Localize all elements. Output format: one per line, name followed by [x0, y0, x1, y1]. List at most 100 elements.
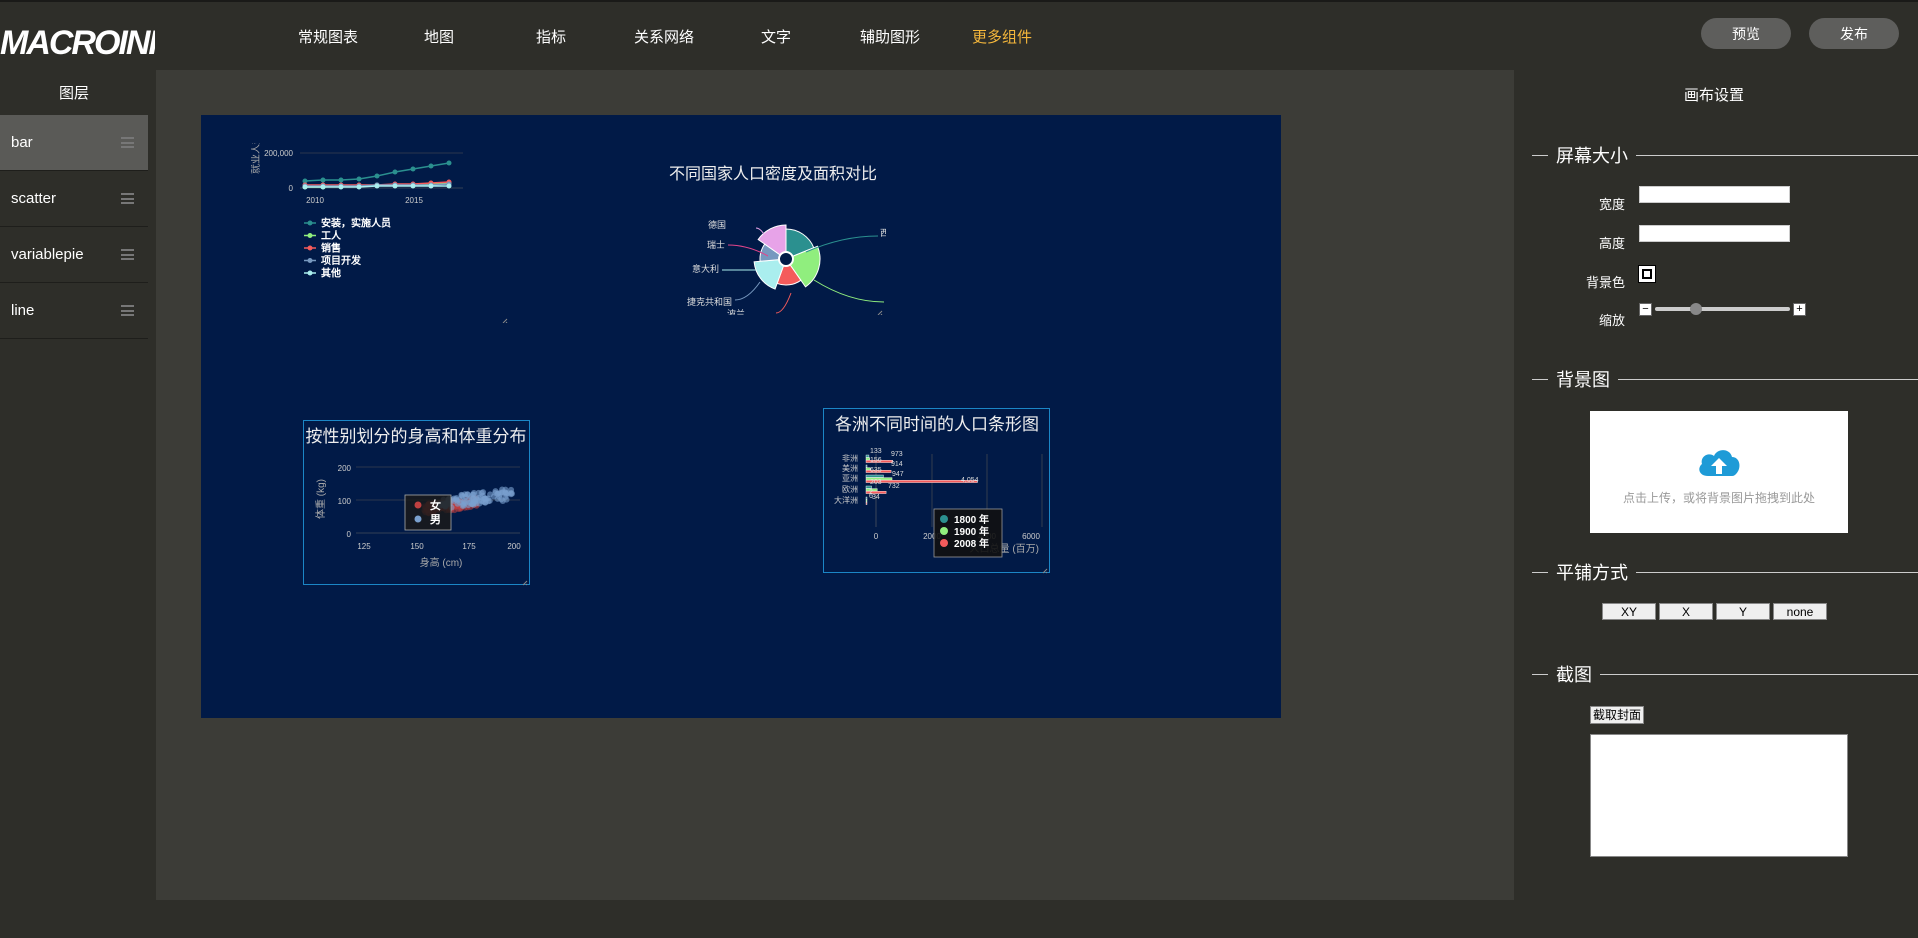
pie-label: 捷克共和国	[687, 296, 732, 307]
nav-text[interactable]: 文字	[761, 26, 791, 47]
drag-handle-icon[interactable]	[121, 193, 134, 204]
nav-indicator[interactable]: 指标	[536, 26, 566, 47]
layer-label: line	[11, 302, 35, 319]
scatter-xlabel: 身高 (cm)	[420, 556, 463, 569]
layer-item-scatter[interactable]: scatter	[0, 171, 148, 227]
height-input[interactable]	[1639, 225, 1790, 242]
legend-marker	[940, 515, 948, 523]
bar-data-label: 133	[870, 448, 882, 455]
line-point	[428, 163, 434, 169]
design-canvas[interactable]: 就业人数 200,000 0 2010 2015 安装，实施人员 工人 销售 项目开发…	[201, 115, 1281, 718]
resize-handle-icon[interactable]	[877, 310, 883, 315]
preview-button[interactable]: 预览	[1701, 18, 1791, 49]
bar-rect[interactable]	[865, 499, 868, 503]
drag-handle-icon[interactable]	[121, 137, 134, 148]
zoom-slider[interactable]	[1655, 303, 1790, 315]
line-legend-item[interactable]: 安装，实施人员	[321, 217, 391, 230]
bar-legend-item[interactable]: 1900 年	[954, 525, 989, 538]
variablepie-widget[interactable]: 不同国家人口密度及面积对比 德国西班牙瑞士意大利捷克共和国波兰法国	[656, 160, 886, 315]
drag-handle-icon[interactable]	[121, 249, 134, 260]
height-label: 高度	[1599, 236, 1626, 251]
bar-rect[interactable]	[865, 474, 884, 478]
background-upload-area[interactable]: 点击上传，或将背景图片拖拽到此处	[1590, 411, 1848, 533]
pie-label: 西班牙	[880, 227, 886, 238]
scatter-legend-box	[404, 494, 452, 531]
bar-category-label: 亚洲	[842, 474, 858, 483]
width-input[interactable]	[1639, 186, 1790, 203]
zoom-plus-button[interactable]: +	[1793, 303, 1806, 316]
scatter-point	[494, 490, 501, 497]
capture-cover-button[interactable]: 截取封面	[1590, 706, 1645, 724]
resize-handle-icon[interactable]	[502, 318, 508, 323]
bar-data-label: 947	[892, 471, 904, 478]
section-tile-mode: 平铺方式	[1532, 560, 1918, 584]
section-title: 屏幕大小	[1556, 146, 1628, 166]
tile-x-button[interactable]: X	[1659, 603, 1713, 620]
bar-rect[interactable]	[865, 501, 868, 505]
scatter-point	[475, 489, 482, 496]
legend-male: 男	[430, 513, 441, 526]
scatter-ytick: 0	[347, 530, 352, 539]
scatter-widget[interactable]: 按性别划分的身高和体重分布 体重 (kg) 200 100 0 125 150 …	[303, 420, 530, 586]
cover-preview	[1590, 734, 1848, 857]
tile-none-button[interactable]: none	[1773, 603, 1827, 620]
bar-xtick: 6000	[1022, 532, 1040, 541]
bar-legend: 1800 年1900 年2008 年	[940, 513, 989, 550]
line-legend-item[interactable]: 项目开发	[321, 254, 362, 267]
line-point	[338, 184, 344, 190]
line-chart-widget[interactable]: 就业人数 200,000 0 2010 2015 安装，实施人员工人销售项目开发…	[251, 143, 511, 323]
zoom-label: 缩放	[1599, 313, 1626, 328]
line-legend-item[interactable]: 工人	[321, 229, 342, 242]
resize-handle-icon[interactable]	[1042, 568, 1048, 574]
bgcolor-picker[interactable]	[1638, 265, 1656, 283]
nav-map[interactable]: 地图	[424, 26, 454, 47]
legend-marker	[307, 245, 313, 251]
tile-y-button[interactable]: Y	[1716, 603, 1770, 620]
line-point	[410, 183, 416, 189]
line-point	[428, 183, 434, 189]
bar-widget[interactable]: 各洲不同时间的人口条形图 非洲 美洲 亚洲 欧洲 大洋洲 133 973 156 914 635…	[823, 408, 1050, 574]
nav-aux-shapes[interactable]: 辅助图形	[860, 26, 920, 47]
line-xtick: 2010	[306, 196, 324, 205]
drag-handle-icon[interactable]	[121, 305, 134, 316]
svg-text:MACROINF: MACROINF	[0, 24, 155, 60]
tile-xy-button[interactable]: XY	[1602, 603, 1656, 620]
bar-rect[interactable]	[865, 464, 868, 468]
bar-rect[interactable]	[865, 454, 870, 458]
line-series-group	[302, 160, 452, 190]
nav-more-components[interactable]: 更多组件	[972, 26, 1032, 47]
section-title: 截图	[1556, 665, 1592, 685]
line-point	[446, 183, 452, 189]
bar-bars: 133 97315691463594720373226 344,054	[865, 448, 979, 505]
resize-handle-icon[interactable]	[522, 580, 528, 586]
bar-data-label: 914	[891, 461, 903, 468]
legend-marker-male	[414, 515, 422, 523]
layer-item-variablepie[interactable]: variablepie	[0, 227, 148, 283]
scatter-point	[462, 493, 469, 500]
layer-item-line[interactable]: line	[0, 283, 148, 339]
bar-legend-item[interactable]: 1800 年	[954, 513, 989, 526]
pie-connector	[734, 281, 761, 301]
nav-relation-network[interactable]: 关系网络	[634, 26, 694, 47]
scatter-xtick: 150	[410, 542, 424, 551]
bar-legend-item[interactable]: 2008 年	[954, 537, 989, 550]
legend-marker	[307, 220, 313, 226]
line-legend-item[interactable]: 销售	[321, 242, 341, 255]
layer-item-bar[interactable]: bar	[0, 115, 148, 171]
zoom-slider-thumb[interactable]	[1689, 303, 1702, 315]
layer-label: scatter	[11, 190, 57, 207]
bar-data-label: 203	[870, 479, 882, 486]
bar-category-label: 大洋洲	[834, 495, 858, 505]
publish-button[interactable]: 发布	[1809, 18, 1899, 49]
line-point	[302, 184, 308, 190]
bar-rect[interactable]	[865, 496, 868, 500]
pie-connector	[813, 279, 885, 303]
legend-marker	[307, 258, 313, 263]
zoom-minus-button[interactable]: −	[1639, 303, 1652, 316]
line-legend-item[interactable]: 其他	[321, 267, 341, 280]
nav-regular-charts[interactable]: 常规图表	[298, 26, 358, 47]
bar-data-label: 34	[872, 494, 880, 501]
pie-connector	[775, 292, 792, 314]
bar-data-label: 156	[870, 457, 882, 464]
bar-title: 各洲不同时间的人口条形图	[835, 415, 1039, 434]
